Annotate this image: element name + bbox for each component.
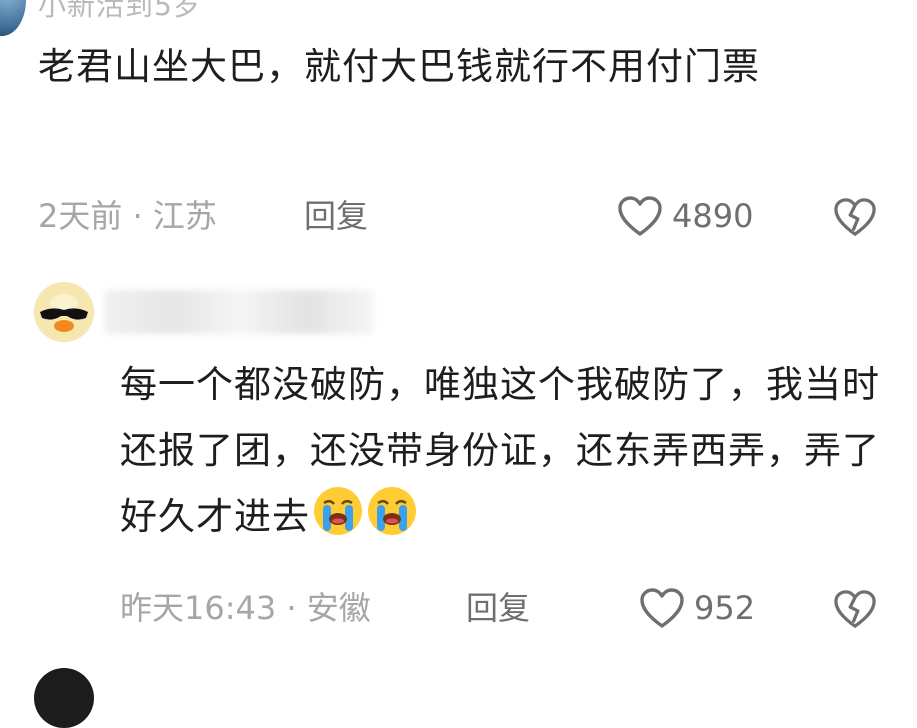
like-button[interactable]: 4890 <box>616 194 753 238</box>
avatar[interactable] <box>0 0 26 36</box>
like-button[interactable]: 952 <box>638 586 755 630</box>
reply-button[interactable]: 回复 <box>466 588 530 628</box>
comment-text-main: 每一个都没破防，唯独这个我破防了，我当时还报了团，还没带身份证，还东弄西弄，弄了… <box>120 363 880 538</box>
avatar[interactable] <box>34 282 94 342</box>
reply-button[interactable]: 回复 <box>304 196 368 236</box>
comment-text: 老君山坐大巴，就付大巴钱就行不用付门票 <box>38 45 760 88</box>
avatar[interactable] <box>34 668 94 728</box>
loudly-crying-face-icon <box>366 485 418 558</box>
dislike-button[interactable] <box>832 196 878 238</box>
like-count: 952 <box>694 589 756 627</box>
comment-username[interactable]: 小新活到5岁 <box>38 0 202 24</box>
broken-heart-outline-icon <box>832 588 878 630</box>
loudly-crying-face-icon <box>312 485 364 558</box>
broken-heart-outline-icon <box>832 196 878 238</box>
heart-outline-icon <box>616 194 664 238</box>
dislike-button[interactable] <box>832 588 878 630</box>
like-count: 4890 <box>672 197 754 235</box>
duck-sunglasses-icon <box>34 282 94 342</box>
comment-meta: 昨天16:43 · 安徽 <box>120 589 371 627</box>
comment-text: 每一个都没破防，唯独这个我破防了，我当时还报了团，还没带身份证，还东弄西弄，弄了… <box>120 352 900 558</box>
username-blurred[interactable] <box>104 290 374 334</box>
comment-meta: 2天前 · 江苏 <box>38 197 217 235</box>
heart-outline-icon <box>638 586 686 630</box>
